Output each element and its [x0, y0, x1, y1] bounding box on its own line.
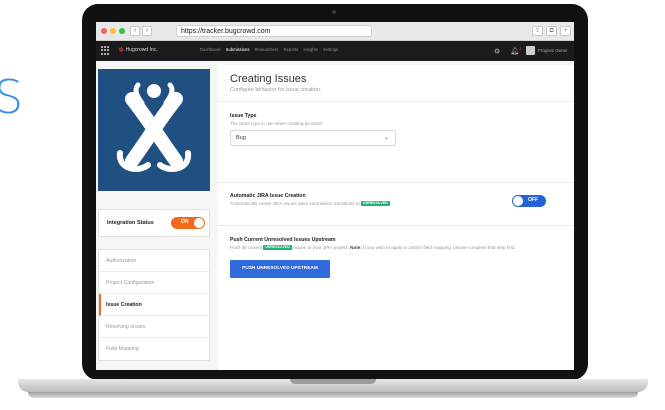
push-desc: Push all current UNRESOLVED issues to yo…	[230, 245, 516, 251]
nav-link-insights[interactable]: Insights	[303, 47, 317, 52]
gear-icon[interactable]: ⚙	[494, 48, 500, 55]
sidebar-item-resolving-issues[interactable]: Resolving Issues	[99, 316, 209, 338]
page-title: Creating Issues	[230, 73, 307, 85]
nav-link-dashboard[interactable]: Dashboard	[200, 47, 221, 52]
stage: S ‹ › https://tracker.bugcrowd.com ⇪ ⧉ +…	[0, 0, 665, 410]
camera-icon	[332, 10, 336, 14]
integration-toggle-label: ON	[181, 219, 189, 225]
divider	[218, 101, 574, 102]
jira-logo-icon	[116, 82, 192, 172]
nav-links: Dashboard Submissions Researchers Report…	[200, 47, 342, 52]
push-desc-suffix: If you wish to apply a custom field mapp…	[363, 245, 516, 250]
auto-create-desc: Automatically create JIRA issues upon su…	[230, 201, 390, 207]
integration-status-label: Integration Status	[107, 220, 154, 226]
issue-type-title: Issue Type	[230, 113, 257, 119]
main-panel: Creating Issues Configure behavior for i…	[218, 65, 574, 370]
sidebar-item-authorization[interactable]: Authorization	[99, 250, 209, 272]
push-desc-middle: issues to your JIRA project.	[293, 245, 349, 250]
push-note-label: Note:	[350, 245, 362, 250]
forward-button[interactable]: ›	[142, 26, 152, 36]
integration-status-toggle[interactable]: ON	[171, 217, 205, 229]
share-icon[interactable]: ⇪	[532, 26, 543, 36]
issue-type-desc: The issue type to use when creating an i…	[230, 121, 324, 126]
status-badge: UNRESOLVED	[361, 201, 390, 207]
auto-create-desc-text: Automatically create JIRA issues upon su…	[230, 201, 360, 206]
user-name[interactable]: Program Owner	[538, 48, 568, 53]
laptop-base-shadow	[28, 392, 638, 398]
laptop-notch	[290, 379, 376, 384]
content-area: Integration Status ON Authorization Proj…	[96, 61, 574, 370]
nav-link-reports[interactable]: Reports	[284, 47, 299, 52]
jira-logo	[98, 69, 210, 191]
address-bar[interactable]: https://tracker.bugcrowd.com	[176, 25, 372, 37]
divider	[218, 225, 574, 226]
close-window-button[interactable]	[101, 28, 107, 34]
nav-link-settings[interactable]: Settings	[323, 47, 338, 52]
chevron-down-icon: ⌄	[383, 135, 389, 141]
sidebar-menu: Authorization Project Configuration Issu…	[98, 249, 210, 361]
sidebar-item-project-configuration[interactable]: Project Configuration	[99, 272, 209, 294]
issue-type-select[interactable]: Bug ⌄	[230, 130, 396, 146]
auto-create-title: Automatic JIRA Issue Creation	[230, 193, 306, 199]
org-name-label: Hugcrowd Inc.	[125, 47, 158, 53]
auto-create-toggle[interactable]: OFF	[512, 195, 546, 207]
background-text-fragment: S	[0, 70, 24, 124]
laptop-screen: ‹ › https://tracker.bugcrowd.com ⇪ ⧉ + 🐞…	[96, 22, 574, 370]
avatar[interactable]	[526, 46, 535, 55]
auto-create-toggle-label: OFF	[528, 197, 538, 203]
browser-chrome: ‹ › https://tracker.bugcrowd.com ⇪ ⧉ +	[96, 22, 574, 41]
nav-link-submissions[interactable]: Submissions	[226, 47, 250, 52]
push-desc-prefix: Push all current	[230, 245, 262, 250]
tabs-icon[interactable]: ⧉	[546, 26, 557, 36]
push-title: Push Current Unresolved Issues Upstream	[230, 237, 336, 243]
minimize-window-button[interactable]	[110, 28, 116, 34]
app-navbar: 🐞 Hugcrowd Inc. Dashboard Submissions Re…	[96, 41, 574, 61]
nav-link-researchers[interactable]: Researchers	[255, 47, 279, 52]
back-button[interactable]: ‹	[130, 26, 140, 36]
sidebar-item-field-mapping[interactable]: Field Mapping	[99, 338, 209, 360]
org-name[interactable]: 🐞 Hugcrowd Inc.	[118, 47, 158, 53]
bell-icon[interactable]: 🔔︎	[510, 48, 519, 55]
issue-type-value: Bug	[236, 135, 246, 141]
push-unresolved-upstream-button[interactable]: PUSH UNRESOLVED UPSTREAM	[230, 260, 330, 278]
nav-icons: ⚙ 🔔︎3	[494, 46, 521, 55]
add-tab-icon[interactable]: +	[560, 26, 571, 36]
integration-status-card: Integration Status ON	[98, 209, 210, 237]
maximize-window-button[interactable]	[119, 28, 125, 34]
toggle-knob	[513, 196, 523, 206]
notification-count: 3	[519, 46, 522, 51]
sidebar-item-issue-creation[interactable]: Issue Creation	[99, 294, 209, 316]
page-subtitle: Configure behavior for issue creation.	[230, 87, 322, 93]
status-badge: UNRESOLVED	[263, 245, 292, 251]
divider	[218, 182, 574, 183]
app-grid-icon[interactable]	[101, 46, 110, 55]
toggle-knob	[194, 218, 204, 228]
